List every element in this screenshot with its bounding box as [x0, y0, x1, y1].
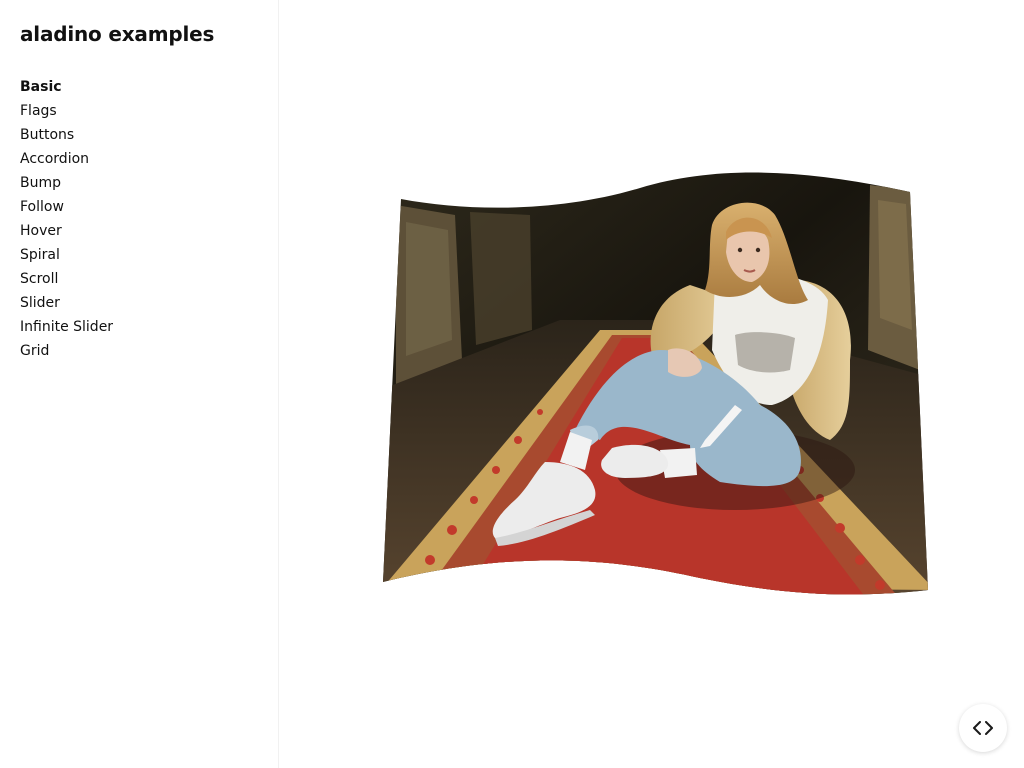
sidebar-nav: Basic Flags Buttons Accordion Bump Follo… [20, 75, 113, 363]
code-brackets-icon [973, 721, 993, 735]
code-toggle-button[interactable] [959, 704, 1007, 752]
app: aladino examples Basic Flags Buttons Acc… [0, 0, 1024, 768]
nav-item-hover[interactable]: Hover [20, 219, 113, 243]
nav-item-buttons[interactable]: Buttons [20, 123, 113, 147]
sidebar: aladino examples Basic Flags Buttons Acc… [0, 0, 279, 768]
nav-item-accordion[interactable]: Accordion [20, 147, 113, 171]
nav-item-infinite-slider[interactable]: Infinite Slider [20, 315, 113, 339]
nav-item-spiral[interactable]: Spiral [20, 243, 113, 267]
nav-item-scroll[interactable]: Scroll [20, 267, 113, 291]
site-title: aladino examples [20, 22, 215, 46]
wave-distorted-photo[interactable] [280, 0, 1024, 768]
nav-item-follow[interactable]: Follow [20, 195, 113, 219]
photo-content [383, 172, 928, 595]
nav-item-bump[interactable]: Bump [20, 171, 113, 195]
nav-item-basic[interactable]: Basic [20, 75, 113, 99]
nav-item-slider[interactable]: Slider [20, 291, 113, 315]
main-canvas [280, 0, 1024, 768]
nav-item-grid[interactable]: Grid [20, 339, 113, 363]
nav-item-flags[interactable]: Flags [20, 99, 113, 123]
